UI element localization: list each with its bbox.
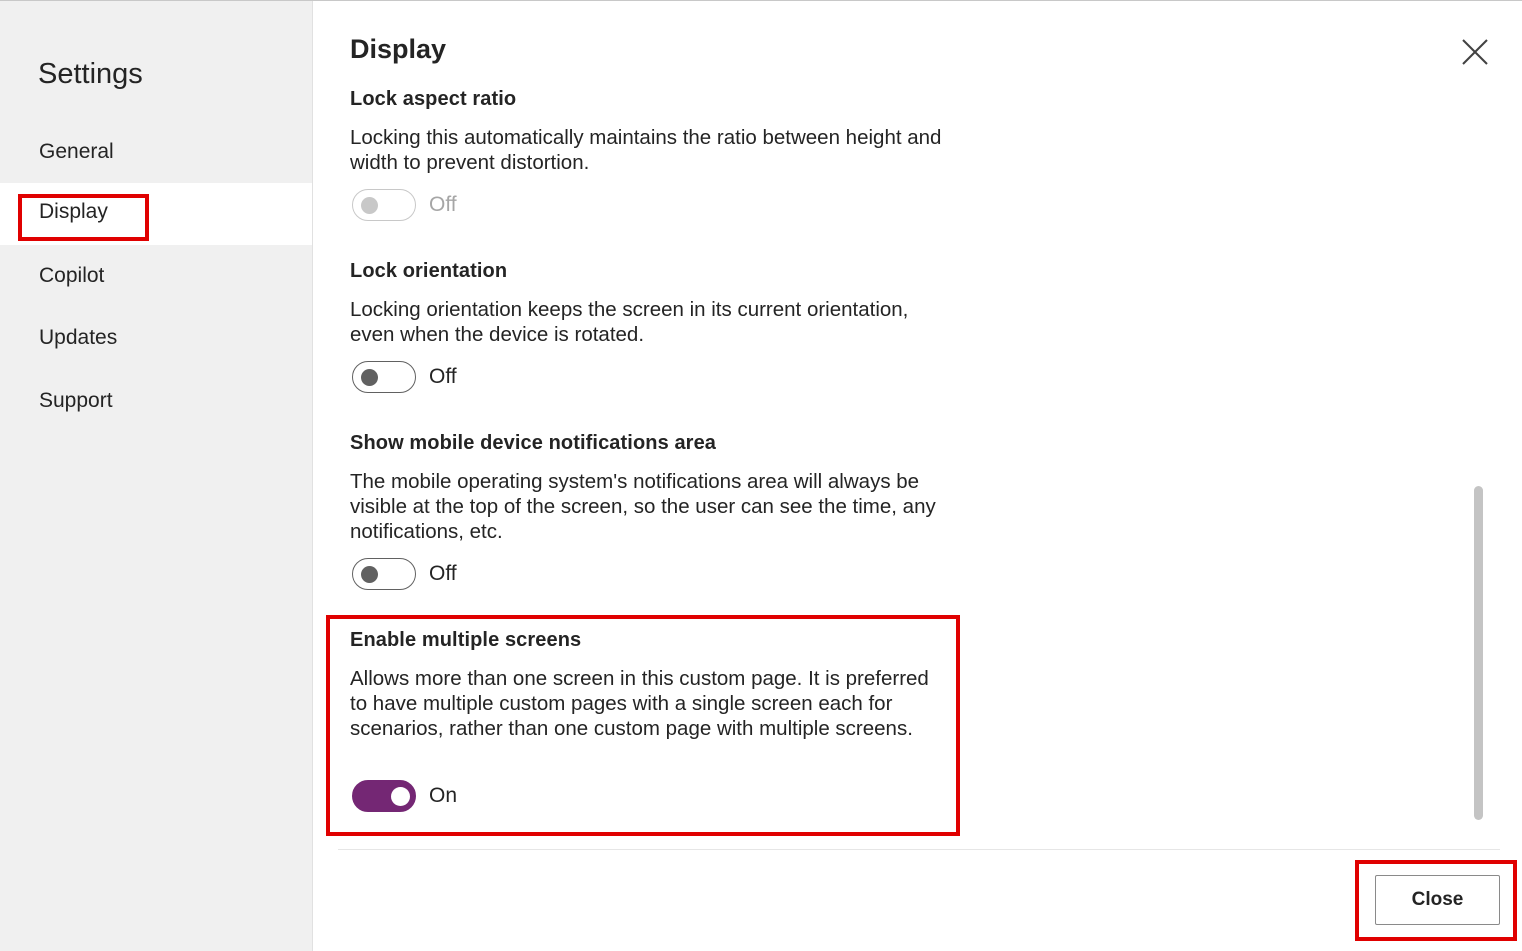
footer-divider <box>338 849 1500 850</box>
sidebar-item-label: Copilot <box>39 264 105 287</box>
setting-lock-orientation: Lock orientation Locking orientation kee… <box>350 260 950 347</box>
toggle-state-label: Off <box>429 193 457 216</box>
lock-orientation-toggle-row: Off <box>352 361 457 393</box>
setting-lock-aspect-ratio: Lock aspect ratio Locking this automatic… <box>350 88 950 175</box>
setting-description: The mobile operating system's notificati… <box>350 470 936 543</box>
sidebar-item-label: Support <box>39 389 113 412</box>
setting-title: Lock aspect ratio <box>350 88 517 110</box>
sidebar-title: Settings <box>38 58 143 90</box>
lock-aspect-ratio-toggle[interactable] <box>352 189 416 221</box>
lock-orientation-toggle[interactable] <box>352 361 416 393</box>
close-icon[interactable] <box>1458 35 1492 69</box>
sidebar-item-updates[interactable]: Updates <box>0 309 312 371</box>
sidebar-item-label: Updates <box>39 326 118 349</box>
setting-description: Allows more than one screen in this cust… <box>350 667 929 740</box>
toggle-knob <box>361 369 378 386</box>
close-button[interactable]: Close <box>1375 875 1500 925</box>
toggle-state-label: On <box>429 784 458 807</box>
notifications-area-toggle-row: Off <box>352 558 457 590</box>
settings-sidebar: Settings General Display Copilot Updates… <box>0 1 313 951</box>
setting-description: Locking orientation keeps the screen in … <box>350 298 909 346</box>
multiple-screens-toggle[interactable] <box>352 780 416 812</box>
sidebar-item-label: General <box>39 140 114 163</box>
lock-aspect-ratio-toggle-row: Off <box>352 189 457 221</box>
scrollbar-thumb[interactable] <box>1474 486 1483 820</box>
toggle-knob <box>361 566 378 583</box>
setting-title: Show mobile device notifications area <box>350 432 717 454</box>
page-title: Display <box>350 34 447 64</box>
setting-show-notifications-area: Show mobile device notifications area Th… <box>350 432 950 544</box>
sidebar-item-general[interactable]: General <box>0 123 312 185</box>
setting-description: Locking this automatically maintains the… <box>350 126 942 174</box>
setting-title: Enable multiple screens <box>350 629 582 651</box>
sidebar-item-support[interactable]: Support <box>0 372 312 434</box>
sidebar-item-copilot[interactable]: Copilot <box>0 247 312 309</box>
multiple-screens-toggle-row: On <box>352 780 457 812</box>
toggle-knob <box>361 197 378 214</box>
notifications-area-toggle[interactable] <box>352 558 416 590</box>
toggle-state-label: Off <box>429 562 457 585</box>
toggle-knob <box>391 787 410 806</box>
sidebar-item-display[interactable]: Display <box>0 183 312 245</box>
setting-enable-multiple-screens: Enable multiple screens Allows more than… <box>350 629 950 741</box>
setting-title: Lock orientation <box>350 260 508 282</box>
toggle-state-label: Off <box>429 365 457 388</box>
sidebar-item-label: Display <box>39 200 108 223</box>
